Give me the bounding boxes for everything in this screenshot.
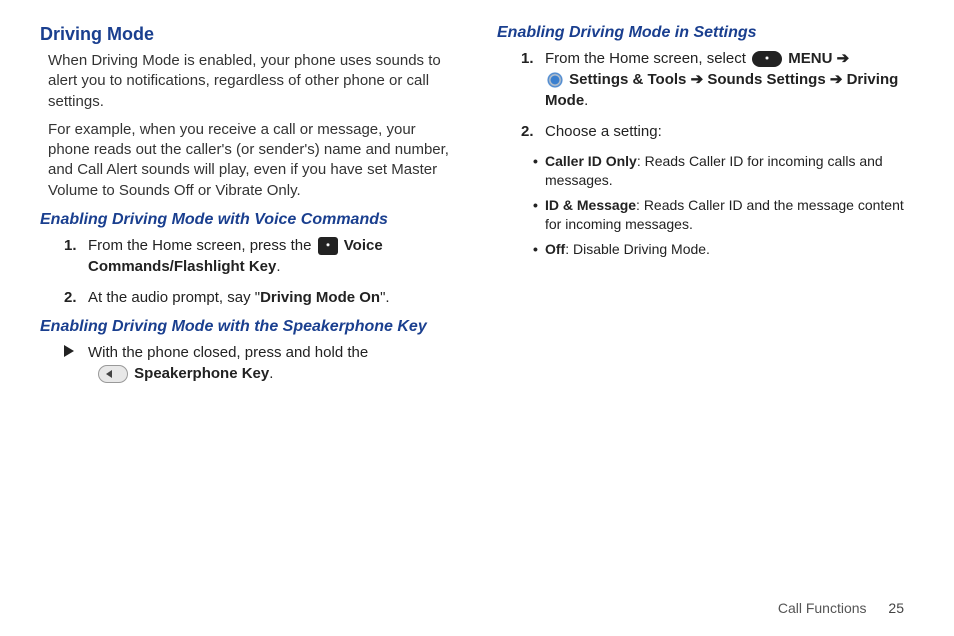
step-label: Speakerphone Key [134, 365, 269, 382]
page-number: 25 [888, 600, 904, 616]
subheading-voice-commands: Enabling Driving Mode with Voice Command… [40, 211, 457, 229]
step-item: 2. At the audio prompt, say "Driving Mod… [64, 287, 457, 308]
menu-label: MENU [788, 50, 832, 67]
body-paragraph: When Driving Mode is enabled, your phone… [48, 51, 449, 112]
nav-path: Sounds Settings [707, 71, 825, 88]
step-item: 1. From the Home screen, select MENU ➔ S… [521, 48, 914, 111]
option-desc: : Disable Driving Mode. [565, 241, 710, 257]
footer-section: Call Functions [778, 600, 867, 616]
arrow-icon: ➔ [830, 71, 847, 88]
subheading-in-settings: Enabling Driving Mode in Settings [497, 24, 914, 42]
step-text: Choose a setting: [545, 123, 662, 140]
step-command: Driving Mode On [260, 289, 380, 306]
step-text: From the Home screen, select [545, 50, 750, 67]
nav-path: Settings & Tools [569, 71, 686, 88]
body-paragraph: For example, when you receive a call or … [48, 120, 449, 201]
step-text: From the Home screen, press the [88, 237, 316, 254]
arrow-icon: ➔ [837, 50, 850, 67]
bullet-item: Caller ID Only: Reads Caller ID for inco… [533, 152, 914, 190]
option-label: Off [545, 241, 565, 257]
page-footer: Call Functions 25 [778, 600, 904, 616]
option-label: ID & Message [545, 197, 636, 213]
bullet-item: ID & Message: Reads Caller ID and the me… [533, 196, 914, 234]
subheading-speakerphone: Enabling Driving Mode with the Speakerph… [40, 318, 457, 336]
arrow-step: With the phone closed, press and hold th… [64, 342, 457, 384]
step-item: 2. Choose a setting: [521, 121, 914, 142]
step-text: With the phone closed, press and hold th… [88, 344, 368, 361]
triangle-bullet-icon [64, 345, 74, 357]
voice-commands-key-icon [318, 237, 338, 255]
bullet-item: Off: Disable Driving Mode. [533, 240, 914, 259]
menu-key-icon [752, 51, 782, 67]
settings-gear-icon [547, 72, 563, 88]
step-number: 1. [521, 48, 534, 69]
left-column: Driving Mode When Driving Mode is enable… [40, 24, 457, 384]
heading-driving-mode: Driving Mode [40, 24, 457, 45]
step-number: 2. [64, 287, 77, 308]
step-number: 2. [521, 121, 534, 142]
arrow-icon: ➔ [691, 71, 708, 88]
right-column: Enabling Driving Mode in Settings 1. Fro… [497, 24, 914, 384]
step-number: 1. [64, 235, 77, 256]
option-label: Caller ID Only [545, 153, 637, 169]
step-item: 1. From the Home screen, press the Voice… [64, 235, 457, 277]
speakerphone-key-icon [98, 365, 128, 383]
step-text: At the audio prompt, say " [88, 289, 260, 306]
